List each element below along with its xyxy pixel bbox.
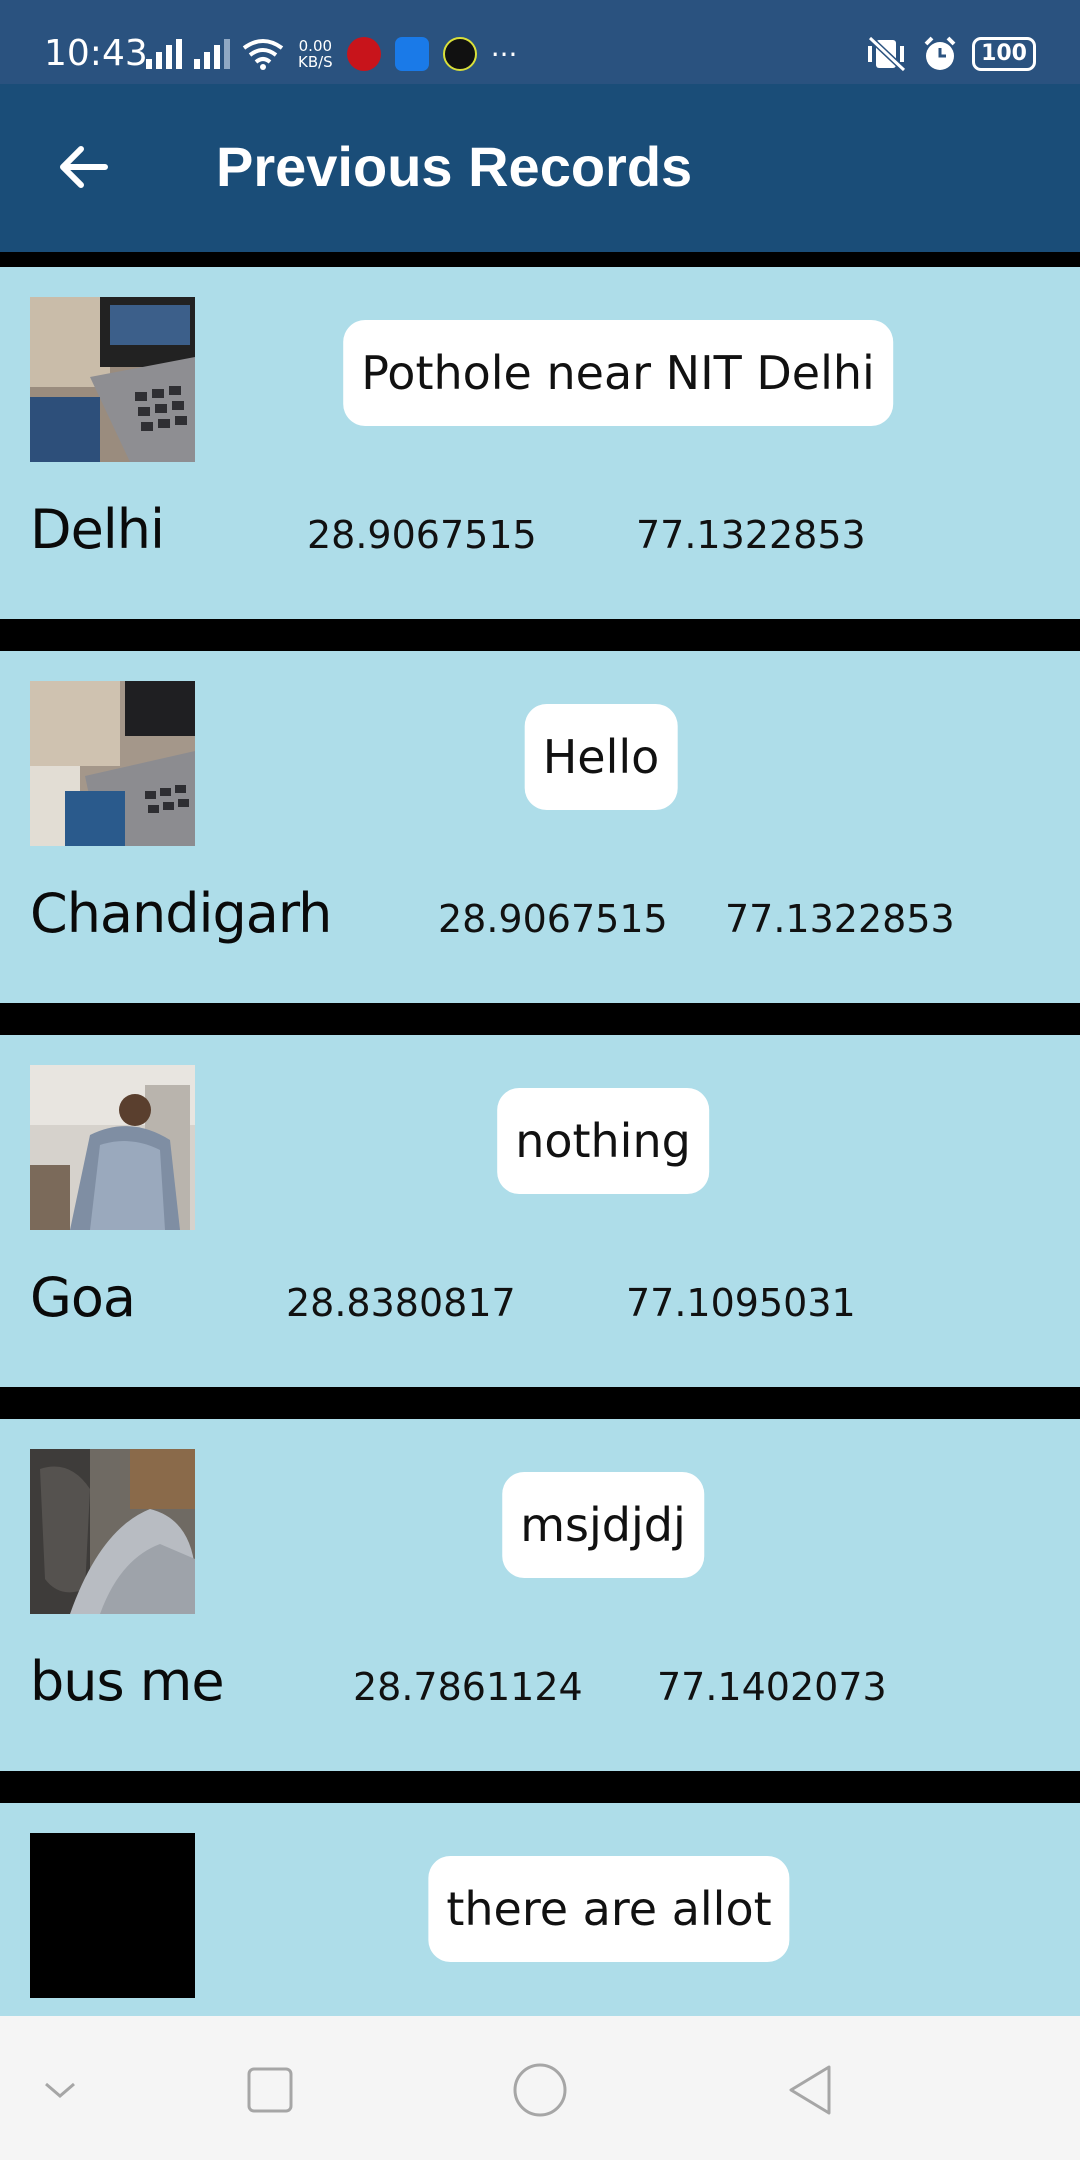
nav-back-button[interactable] [780,2062,840,2118]
record-place: Goa [30,1266,136,1329]
record-card[interactable]: nothing Goa 28.8380817 77.1095031 [0,1035,1080,1387]
status-left-icons: 0.00 KB/S ··· [146,30,517,78]
record-description: msjdjdj [502,1472,704,1578]
wifi-icon [242,39,284,70]
record-card[interactable]: msjdjdj bus me 28.7861124 77.1402073 [0,1419,1080,1771]
record-place: Chandigarh [30,882,332,945]
record-description: Hello [524,704,678,810]
usb-icon [394,37,429,71]
notification-app-icon [442,37,477,71]
record-description: nothing [497,1088,709,1194]
photo-thumbnail-icon [30,1449,195,1614]
record-photo[interactable] [30,297,195,462]
square-icon [247,2067,293,2113]
record-place: bus me [30,1650,225,1713]
record-description: Pothole near NIT Delhi [343,320,893,426]
status-bar: 10:43 0.00 KB/S ··· 100 [0,0,1080,84]
record-photo[interactable] [30,1833,195,1998]
battery-indicator: 100 [972,37,1036,71]
page-title: Previous Records [216,135,693,198]
record-description: there are allot [428,1856,790,1962]
status-right-icons: 100 [864,30,1036,78]
record-longitude: 77.1322853 [725,897,955,941]
network-speed-unit: KB/S [298,53,333,71]
vibrate-off-icon [868,36,907,72]
record-longitude: 77.1322853 [636,513,866,557]
nav-home-button[interactable] [510,2062,570,2118]
record-card[interactable]: Pothole near NIT Delhi Delhi 28.9067515 … [0,267,1080,619]
network-speed-value: 0.00 [298,37,333,55]
app-bar: Previous Records [0,84,1080,252]
photo-thumbnail-icon [30,1833,195,1998]
circle-icon [513,2063,567,2117]
nav-collapse-button[interactable] [30,2062,90,2118]
chevron-down-icon [45,2082,75,2098]
record-photo[interactable] [30,681,195,846]
record-longitude: 77.1402073 [657,1665,887,1709]
record-photo[interactable] [30,1449,195,1614]
record-latitude: 28.7861124 [353,1665,583,1709]
status-time: 10:43 [44,33,148,74]
record-card[interactable]: Hello Chandigarh 28.9067515 77.1322853 [0,651,1080,1003]
back-button[interactable] [50,134,116,200]
signal-icon [146,39,182,69]
record-longitude: 77.1095031 [626,1281,856,1325]
record-place: Delhi [30,498,165,561]
record-latitude: 28.9067515 [307,513,537,557]
network-speed: 0.00 KB/S [298,38,333,70]
arrow-left-icon [60,146,108,188]
notification-app-icon [346,37,381,71]
photo-thumbnail-icon [30,297,195,462]
photo-thumbnail-icon [30,681,195,846]
triangle-back-icon [789,2065,831,2115]
more-notifications-icon: ··· [490,37,518,71]
signal-icon [194,39,230,69]
record-photo[interactable] [30,1065,195,1230]
nav-recents-button[interactable] [240,2062,300,2118]
system-navigation-bar [0,2016,1080,2160]
record-latitude: 28.8380817 [286,1281,516,1325]
record-latitude: 28.9067515 [438,897,668,941]
alarm-icon [924,36,956,70]
photo-thumbnail-icon [30,1065,195,1230]
